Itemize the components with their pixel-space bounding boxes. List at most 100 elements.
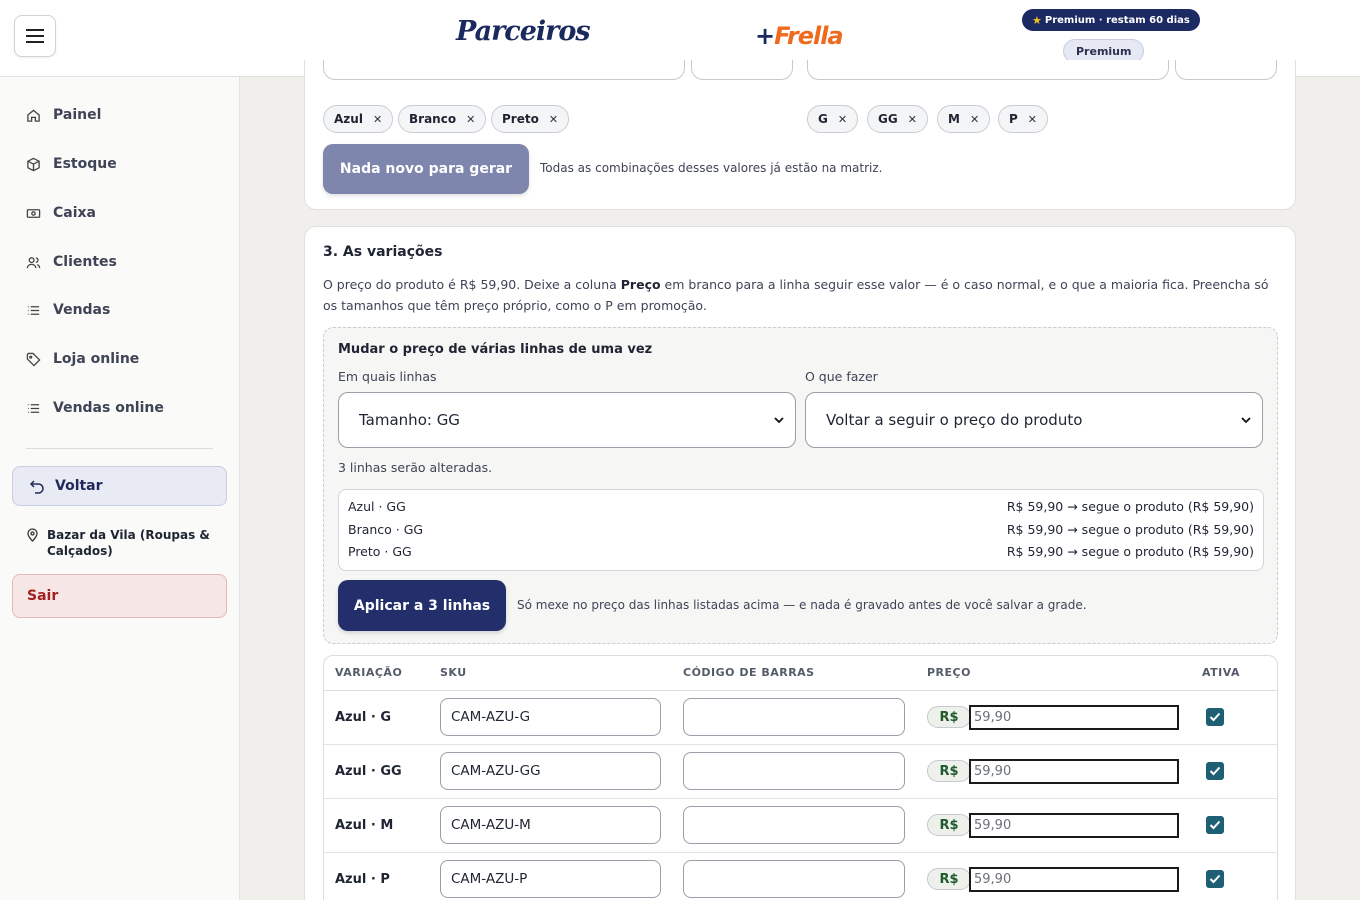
size-chip: P ✕ (998, 105, 1049, 133)
premium-status-text: Premium · restam 60 dias (1044, 14, 1190, 26)
sidebar-item-painel[interactable]: Painel (26, 103, 101, 127)
price-input[interactable]: 59,90 (969, 867, 1179, 892)
size-add-input[interactable] (1175, 60, 1277, 80)
remove-chip-icon[interactable]: ✕ (908, 113, 917, 126)
active-checkbox[interactable] (1206, 762, 1224, 780)
table-row: Azul · P CAM-AZU-P R$ 59,90 (324, 853, 1277, 900)
sku-input[interactable]: CAM-AZU-M (440, 806, 661, 844)
active-checkbox[interactable] (1206, 708, 1224, 726)
price-input[interactable]: 59,90 (969, 759, 1179, 784)
back-button[interactable]: Voltar (12, 466, 227, 506)
store-name: Bazar da Vila (Roupas & Calçados) (26, 527, 216, 559)
column-header-barcode: CÓDIGO DE BARRAS (683, 666, 815, 679)
apply-button[interactable]: Aplicar a 3 linhas (338, 580, 506, 631)
sidebar-item-vendas[interactable]: Vendas (26, 298, 110, 322)
affected-count: 3 linhas serão alteradas. (338, 460, 493, 475)
premium-status-pill[interactable]: ★ Premium · restam 60 dias (1022, 9, 1200, 31)
change-preview-list: Azul · GG R$ 59,90 → segue o produto (R$ … (338, 489, 1264, 571)
variation-name: Azul · GG (335, 764, 402, 779)
sidebar-item-label: Estoque (53, 156, 117, 172)
rows-select-value: Tamanho: GG (359, 411, 460, 429)
chip-label: P (1009, 112, 1018, 126)
home-icon (27, 108, 40, 122)
size-values-input[interactable] (807, 60, 1169, 80)
frella-logo[interactable]: +Frella (755, 22, 844, 50)
sidebar-item-estoque[interactable]: Estoque (26, 152, 117, 176)
sidebar-item-clientes[interactable]: Clientes (26, 250, 117, 274)
action-select[interactable]: Voltar a seguir o preço do produto (805, 392, 1263, 448)
section-title: 3. As variações (323, 244, 443, 260)
attributes-card: Azul ✕ Branco ✕ Preto ✕ G ✕ GG ✕ M ✕ P ✕ Nada n… (304, 60, 1296, 210)
preview-name: Branco · GG (348, 522, 424, 537)
chip-label: G (818, 112, 828, 126)
active-checkbox[interactable] (1206, 870, 1224, 888)
logout-button[interactable]: Sair (12, 574, 227, 618)
check-icon (1209, 820, 1221, 830)
price-input[interactable]: 59,90 (969, 813, 1179, 838)
remove-chip-icon[interactable]: ✕ (373, 113, 382, 126)
color-values-input[interactable] (323, 60, 685, 80)
check-icon (1209, 874, 1221, 884)
preview-change: R$ 59,90 → segue o produto (R$ 59,90) (1006, 499, 1254, 514)
preview-change: R$ 59,90 → segue o produto (R$ 59,90) (1006, 544, 1254, 559)
bulk-price-panel: Mudar o preço de várias linhas de uma ve… (323, 327, 1278, 644)
chip-label: Preto (502, 112, 539, 126)
list-icon (27, 403, 40, 413)
remove-chip-icon[interactable]: ✕ (1028, 113, 1037, 126)
sidebar-item-label: Clientes (53, 254, 117, 270)
barcode-input[interactable] (683, 806, 905, 844)
chip-label: Azul (334, 112, 363, 126)
price-input[interactable]: 59,90 (969, 705, 1179, 730)
column-header-sku: SKU (440, 666, 467, 679)
tag-icon (26, 352, 41, 367)
undo-arrow-icon (29, 480, 44, 494)
table-row: Azul · G CAM-AZU-G R$ 59,90 (324, 691, 1277, 745)
barcode-input[interactable] (683, 752, 905, 790)
remove-chip-icon[interactable]: ✕ (970, 113, 979, 126)
remove-chip-icon[interactable]: ✕ (466, 113, 475, 126)
sidebar-divider (26, 448, 213, 449)
parceiros-logo[interactable]: Parceiros (456, 16, 591, 47)
variations-table: VARIAÇÃO SKU CÓDIGO DE BARRAS PREÇO ATIV… (323, 655, 1278, 900)
column-header-price: PREÇO (927, 666, 971, 679)
generate-button[interactable]: Nada novo para gerar (323, 144, 529, 194)
menu-button[interactable] (14, 15, 56, 57)
sku-input[interactable]: CAM-AZU-GG (440, 752, 661, 790)
table-row: Azul · M CAM-AZU-M R$ 59,90 (324, 799, 1277, 853)
preview-row: Branco · GG R$ 59,90 → segue o produto (R… (348, 522, 1254, 540)
remove-chip-icon[interactable]: ✕ (549, 113, 558, 126)
sku-input[interactable]: CAM-AZU-G (440, 698, 661, 736)
section-description-bold: Preço (620, 277, 661, 292)
sku-input[interactable]: CAM-AZU-P (440, 860, 661, 898)
rows-select[interactable]: Tamanho: GG (338, 392, 796, 448)
action-select-value: Voltar a seguir o preço do produto (826, 411, 1083, 429)
sidebar-item-vendas-online[interactable]: Vendas online (26, 396, 164, 420)
size-chip: M ✕ (937, 105, 991, 133)
variations-card: 3. As variações O preço do produto é R$ … (304, 226, 1296, 900)
check-icon (1209, 766, 1221, 776)
color-add-input[interactable] (691, 60, 793, 80)
rows-label: Em quais linhas (338, 369, 437, 384)
chip-label: M (948, 112, 960, 126)
sidebar-item-loja-online[interactable]: Loja online (26, 347, 139, 371)
variation-name: Azul · M (335, 818, 394, 833)
generate-note: Todas as combinações desses valores já e… (540, 161, 883, 175)
barcode-input[interactable] (683, 860, 905, 898)
remove-chip-icon[interactable]: ✕ (838, 113, 847, 126)
star-icon: ★ (1032, 13, 1042, 27)
active-checkbox[interactable] (1206, 816, 1224, 834)
frella-logo-text: Frella (774, 22, 844, 50)
location-pin-icon (27, 528, 38, 542)
color-chip: Preto ✕ (491, 105, 570, 133)
frella-logo-plus: + (755, 22, 775, 50)
chip-label: GG (878, 112, 898, 126)
box-icon (27, 157, 40, 171)
column-header-active: ATIVA (1202, 666, 1241, 679)
back-button-label: Voltar (55, 478, 103, 494)
sidebar-item-caixa[interactable]: Caixa (26, 201, 96, 225)
barcode-input[interactable] (683, 698, 905, 736)
check-icon (1209, 712, 1221, 722)
currency-badge: R$ (927, 814, 971, 836)
chevron-down-icon (1241, 417, 1251, 424)
chevron-down-icon (774, 417, 784, 424)
